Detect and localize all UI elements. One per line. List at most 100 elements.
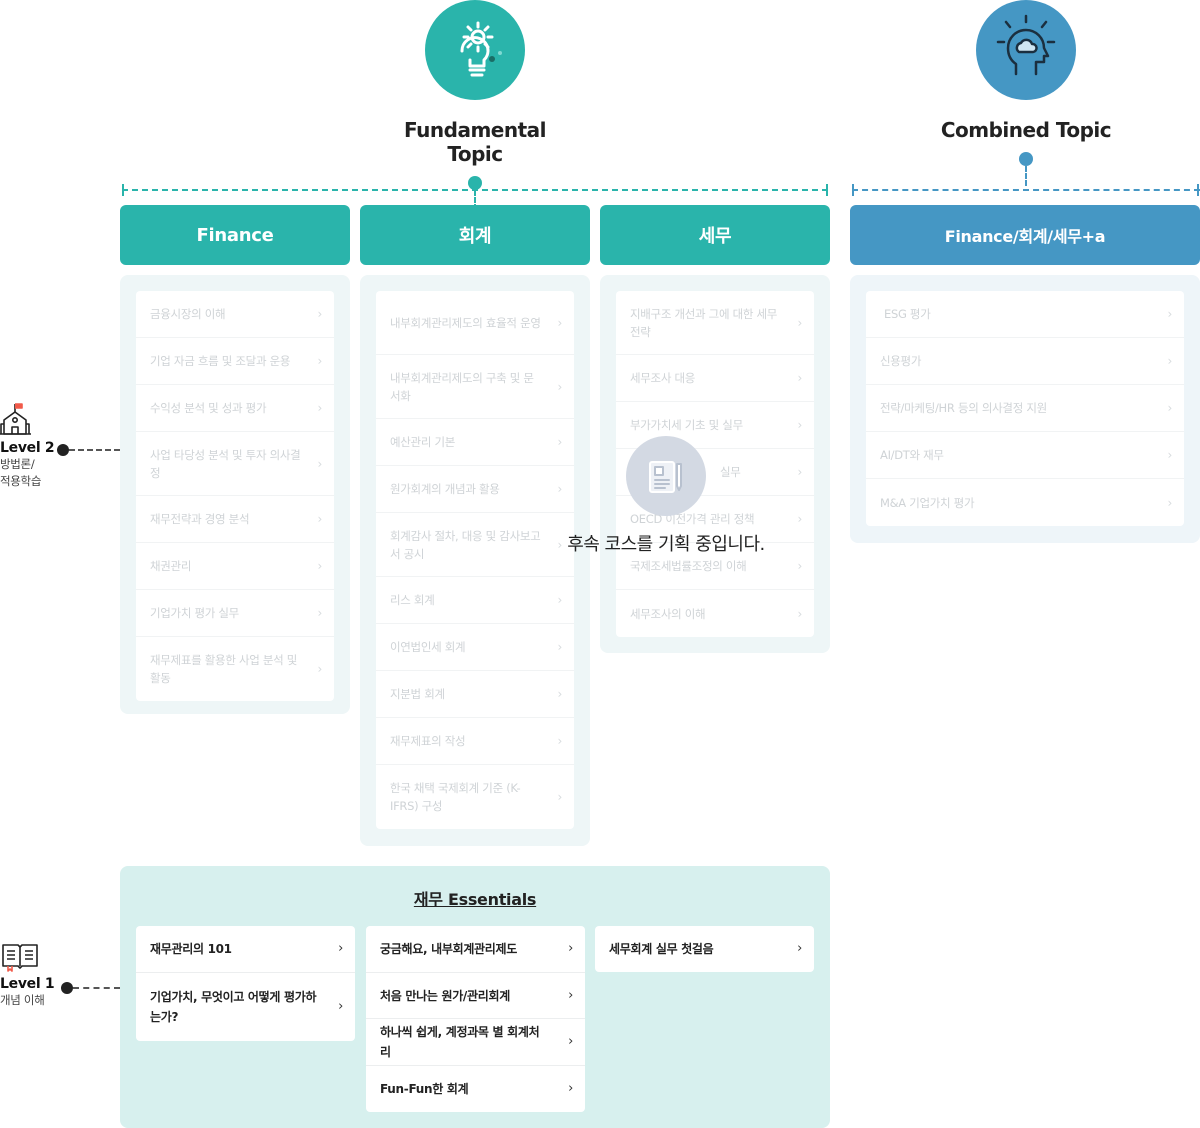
list-item[interactable]: 금융시장의 이해 ›	[136, 291, 334, 338]
essentials-column-2: 궁금해요, 내부회계관리제도 › 처음 만나는 원가/관리회계 › 하나씩 쉽게, …	[366, 926, 585, 1112]
open-book-icon	[0, 942, 60, 976]
chevron-right-icon: ›	[568, 987, 573, 1003]
level-2-dot	[57, 444, 69, 456]
chevron-right-icon: ›	[797, 371, 803, 385]
list-item[interactable]: 기업가치, 무엇이고 어떻게 평가하는가? ›	[136, 973, 355, 1041]
list-item[interactable]: 세무회계 실무 첫걸음 ›	[595, 926, 814, 972]
list-item[interactable]: 기업가치 평가 실무 ›	[136, 590, 334, 637]
list-item[interactable]: 내부회계관리제도의 효율적 운영 ›	[376, 291, 574, 355]
list-item[interactable]: 리스 회계 ›	[376, 577, 574, 624]
level-2-connector	[69, 449, 120, 451]
essentials-title[interactable]: 재무 Essentials	[120, 886, 830, 910]
chevron-right-icon: ›	[317, 354, 323, 368]
level-1-label: Level 1 개념 이해	[0, 942, 60, 1009]
chevron-right-icon: ›	[797, 559, 803, 573]
fundamental-topic-title: Fundamental Topic	[403, 118, 547, 166]
column-header-accounting[interactable]: 회계	[360, 205, 590, 265]
level-2-subtitle-line1: 방법론/	[0, 457, 35, 471]
list-item[interactable]: 사업 타당성 분석 및 투자 의사결정 ›	[136, 432, 334, 496]
list-item[interactable]: 지배구조 개선과 그에 대한 세무전략 ›	[616, 291, 814, 355]
chevron-right-icon: ›	[568, 1034, 573, 1049]
chevron-right-icon: ›	[557, 790, 563, 804]
list-item[interactable]: 이연법인세 회계 ›	[376, 624, 574, 671]
list-item[interactable]: 지분법 회계 ›	[376, 671, 574, 718]
list-item[interactable]: 한국 채택 국제회계 기준 (K-IFRS) 구성 ›	[376, 765, 574, 829]
essentials-column-3: 세무회계 실무 첫걸음 ›	[595, 926, 814, 972]
combined-bracket-line	[852, 189, 1200, 191]
finance-course-list: 금융시장의 이해 › 기업 자금 흐름 및 조달과 운용 › 수익성 분석 및 성과…	[136, 291, 334, 701]
school-icon	[0, 402, 60, 440]
list-item[interactable]: 채권관리 ›	[136, 543, 334, 590]
chevron-right-icon: ›	[797, 418, 803, 432]
list-item[interactable]: 수익성 분석 및 성과 평가 ›	[136, 385, 334, 432]
chevron-right-icon: ›	[568, 1081, 573, 1096]
level-1-connector	[73, 987, 120, 989]
fundamental-topic-dot	[468, 176, 482, 190]
combined-topic-dot	[1019, 152, 1033, 166]
list-item[interactable]: 예산관리 기본 ›	[376, 419, 574, 466]
chevron-right-icon: ›	[557, 379, 563, 394]
chevron-right-icon: ›	[797, 606, 803, 621]
coming-soon-overlay: 후속 코스를 기획 중입니다.	[548, 436, 784, 556]
chevron-right-icon: ›	[317, 456, 323, 471]
list-item[interactable]: 세무조사 대응 ›	[616, 355, 814, 402]
list-item[interactable]: 재무제표의 작성 ›	[376, 718, 574, 765]
chevron-right-icon: ›	[568, 941, 573, 956]
list-item[interactable]: 하나씩 쉽게, 계정과목 별 회계처리 ›	[366, 1019, 585, 1066]
list-item[interactable]: 궁금해요, 내부회계관리제도 ›	[366, 926, 585, 973]
list-item[interactable]: 재무전략과 경영 분석 ›	[136, 496, 334, 543]
level-2-title: Level 2	[0, 440, 55, 456]
fundamental-bracket-left	[122, 184, 124, 196]
head-idea-icon	[976, 0, 1076, 100]
chevron-right-icon: ›	[1167, 495, 1173, 510]
fundamental-bracket-line	[122, 189, 828, 191]
column-header-finance[interactable]: Finance	[120, 205, 350, 265]
chevron-right-icon: ›	[797, 512, 803, 526]
list-item[interactable]: ESG 평가 ›	[866, 291, 1184, 338]
document-edit-icon	[626, 436, 706, 516]
combined-course-panel: ESG 평가 › 신용평가 › 전략/마케팅/HR 등의 의사결정 지원 › AI/D…	[850, 275, 1200, 543]
essentials-column-1: 재무관리의 101 › 기업가치, 무엇이고 어떻게 평가하는가? ›	[136, 926, 355, 1041]
list-item[interactable]: 회계감사 절차, 대응 및 감사보고서 공시 ›	[376, 513, 574, 577]
chevron-right-icon: ›	[317, 512, 323, 526]
column-header-combined[interactable]: Finance/회계/세무+a	[850, 205, 1200, 265]
chevron-right-icon: ›	[797, 315, 803, 330]
combined-topic-connector	[1025, 166, 1027, 186]
level-2-subtitle-line2: 적용학습	[0, 474, 42, 488]
list-item[interactable]: 처음 만나는 원가/관리회계 ›	[366, 973, 585, 1019]
finance-course-panel: 금융시장의 이해 › 기업 자금 흐름 및 조달과 운용 › 수익성 분석 및 성과…	[120, 275, 350, 714]
list-item[interactable]: 재무제표를 활용한 사업 분석 및 활동 ›	[136, 637, 334, 701]
chevron-right-icon: ›	[557, 734, 563, 748]
fundamental-bracket-right	[826, 184, 828, 196]
list-item[interactable]: 전략/마케팅/HR 등의 의사결정 지원 ›	[866, 385, 1184, 432]
chevron-right-icon: ›	[557, 593, 563, 607]
combined-bracket-right	[1197, 184, 1199, 196]
list-item[interactable]: 기업 자금 흐름 및 조달과 운용 ›	[136, 338, 334, 385]
chevron-right-icon: ›	[1167, 448, 1173, 462]
chevron-right-icon: ›	[338, 999, 343, 1014]
chevron-right-icon: ›	[557, 640, 563, 654]
level-2-label: Level 2 방법론/ 적용학습	[0, 402, 60, 490]
level-1-subtitle: 개념 이해	[0, 993, 45, 1007]
combined-bracket-left	[852, 184, 854, 196]
combined-topic-title: Combined Topic	[940, 118, 1112, 142]
list-item[interactable]: Fun-Fun한 회계 ›	[366, 1066, 585, 1112]
list-item[interactable]: 재무관리의 101 ›	[136, 926, 355, 973]
list-item[interactable]: 세무조사의 이해 ›	[616, 590, 814, 637]
essentials-panel: 재무 Essentials 재무관리의 101 › 기업가치, 무엇이고 어떻게 …	[120, 866, 830, 1128]
chevron-right-icon: ›	[1167, 401, 1173, 415]
list-item[interactable]: 원가회계의 개념과 활용 ›	[376, 466, 574, 513]
accounting-course-list: 내부회계관리제도의 효율적 운영 › 내부회계관리제도의 구축 및 문서화 › 예산…	[376, 291, 574, 829]
combined-topic: Combined Topic	[926, 0, 1126, 186]
list-item[interactable]: AI/DT와 재무 ›	[866, 432, 1184, 479]
list-item[interactable]: 내부회계관리제도의 구축 및 문서화 ›	[376, 355, 574, 419]
chevron-right-icon: ›	[557, 315, 563, 330]
column-header-tax[interactable]: 세무	[600, 205, 830, 265]
level-1-title: Level 1	[0, 976, 55, 992]
chevron-right-icon: ›	[317, 662, 323, 676]
chevron-right-icon: ›	[1167, 307, 1173, 321]
list-item[interactable]: 신용평가 ›	[866, 338, 1184, 385]
chevron-right-icon: ›	[557, 687, 563, 701]
chevron-right-icon: ›	[797, 465, 803, 479]
list-item[interactable]: M&A 기업가치 평가 ›	[866, 479, 1184, 526]
